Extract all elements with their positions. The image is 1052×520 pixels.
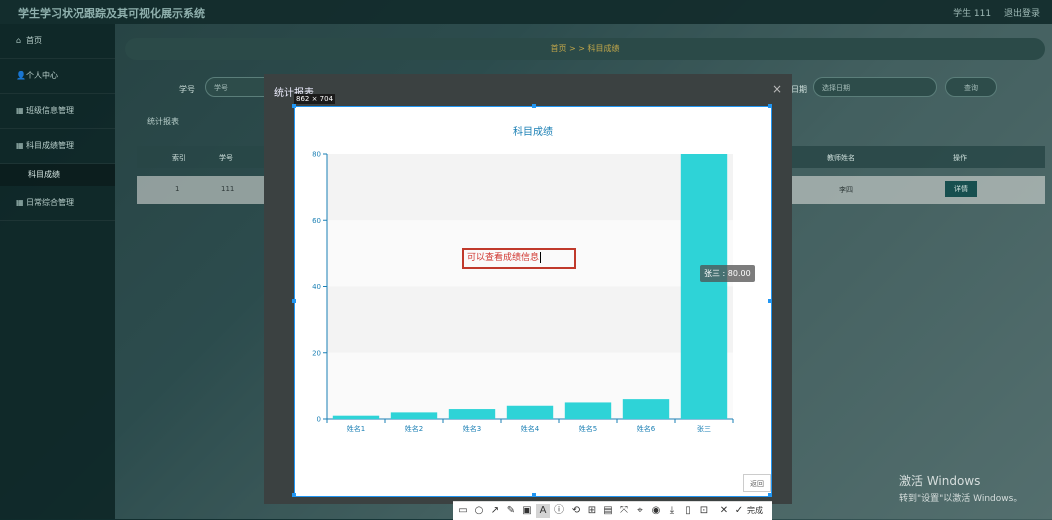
text-tool-icon[interactable]: A	[536, 504, 550, 518]
screenshot-toolbar: ▭ ○ ↗ ✎ ▣ A ⓘ ⟲ ⊞ ▤ ⤧ ⌖ ◉ ⤓ ▯ ⊡ ✕ ✓ 完成	[453, 501, 772, 520]
pen-tool-icon[interactable]: ✎	[504, 504, 518, 518]
chart-tooltip: 张三 : 80.00	[700, 265, 755, 282]
watermark-line1: 激活 Windows	[899, 474, 981, 488]
x-tick-label: 姓名6	[637, 424, 656, 433]
grid-icon: ▦	[16, 198, 24, 207]
sidebar-item-profile[interactable]: 👤个人中心	[0, 59, 115, 94]
logout-link[interactable]: 退出登录	[1004, 9, 1040, 19]
sidebar-item-scores[interactable]: ▦ 科目成绩管理	[0, 129, 115, 164]
stat-report-link[interactable]: 统计报表	[147, 116, 179, 127]
grid-icon: ▦	[16, 141, 24, 150]
cancel-icon[interactable]: ✕	[717, 504, 731, 518]
chart-bar	[332, 415, 380, 419]
mosaic-tool-icon[interactable]: ▣	[520, 504, 534, 518]
translate-icon[interactable]: ▤	[601, 504, 615, 518]
undo-icon[interactable]: ⟲	[569, 504, 583, 518]
x-tick-label: 姓名2	[405, 424, 423, 433]
chart-bar	[680, 154, 728, 419]
pin-icon[interactable]: ⌖	[633, 504, 647, 518]
watermark-line2: 转到"设置"以激活 Windows。	[899, 494, 1023, 504]
cell-index: 1	[175, 185, 180, 193]
sidebar-item-home[interactable]: ⌂ 首页	[0, 24, 115, 59]
app-title: 学生学习状况跟踪及其可视化展示系统	[18, 7, 205, 20]
user-info: 学生 111 退出登录	[943, 6, 1040, 19]
number-tool-icon[interactable]: ⓘ	[552, 504, 566, 518]
close-icon[interactable]: ×	[772, 82, 782, 96]
chart-bar	[390, 412, 438, 419]
rectangle-tool-icon[interactable]: ▭	[456, 504, 470, 518]
chart-bar	[564, 402, 612, 419]
search-button[interactable]: 查询	[945, 77, 997, 97]
resize-handle[interactable]	[768, 104, 772, 108]
sidebar-item-daily[interactable]: ▦ 日常综合管理	[0, 186, 115, 221]
annotation-text: 可以查看成绩信息	[467, 253, 540, 263]
resize-handle[interactable]	[768, 493, 772, 497]
resize-handle[interactable]	[532, 104, 536, 108]
save-icon[interactable]: ⊡	[697, 504, 711, 518]
y-tick-label: 40	[312, 283, 321, 291]
date-input[interactable]: 选择日期	[813, 77, 937, 97]
cell-student-no: 111	[221, 185, 235, 193]
col-index: 索引	[172, 154, 186, 162]
sidebar-item-label: 首页	[26, 36, 42, 45]
x-tick-label: 姓名4	[521, 424, 540, 433]
long-screenshot-icon[interactable]: ⤧	[617, 504, 631, 518]
windows-activation-watermark: 激活 Windows 转到"设置"以激活 Windows。	[899, 472, 1022, 504]
text-cursor	[540, 252, 542, 263]
ellipse-tool-icon[interactable]: ○	[472, 504, 486, 518]
chart-bar	[448, 409, 496, 419]
resize-handle[interactable]	[768, 299, 772, 303]
chart-bar	[506, 405, 554, 419]
y-tick-label: 80	[312, 151, 321, 159]
arrow-tool-icon[interactable]: ↗	[488, 504, 502, 518]
back-button[interactable]: 返回	[743, 474, 771, 492]
sidebar-item-label: 班级信息管理	[26, 106, 74, 115]
chart-band	[327, 286, 733, 353]
y-tick-label: 20	[312, 349, 321, 357]
chart-bar	[622, 399, 670, 419]
sidebar-item-class[interactable]: ▦ 班级信息管理	[0, 94, 115, 129]
sidebar: ⌂ 首页 👤个人中心 ▦ 班级信息管理 ▦ 科目成绩管理 科目成绩 ▦ 日常综合管理	[0, 24, 115, 519]
x-tick-label: 姓名3	[463, 424, 481, 433]
date-label: 日期	[791, 85, 807, 94]
y-tick-label: 0	[317, 416, 321, 424]
student-no-label: 学号	[179, 85, 195, 94]
home-icon: ⌂	[16, 36, 22, 45]
top-bar: 学生学习状况跟踪及其可视化展示系统 学生 111 退出登录	[0, 0, 1052, 24]
sidebar-item-label: 个人中心	[26, 71, 58, 80]
resize-handle[interactable]	[292, 299, 296, 303]
ocr-icon[interactable]: ⊞	[585, 504, 599, 518]
user-icon: 👤	[16, 71, 26, 80]
detail-button[interactable]: 详情	[945, 181, 977, 197]
col-action: 操作	[953, 154, 967, 162]
bar-chart: 0 20 40 60 80 姓名1 姓名2 姓名3 姓名4 姓名5 姓名6 张三	[312, 151, 734, 433]
breadcrumb: 首页 > > 科目成绩	[125, 38, 1045, 60]
sidebar-subitem-scores[interactable]: 科目成绩	[0, 164, 115, 186]
col-student-no: 学号	[219, 154, 233, 162]
x-tick-label: 姓名1	[347, 424, 365, 433]
sidebar-item-label: 科目成绩管理	[26, 141, 74, 150]
col-teacher: 教师姓名	[827, 154, 855, 162]
selection-size-label: 862 × 704	[294, 94, 336, 104]
record-icon[interactable]: ◉	[649, 504, 663, 518]
y-tick-label: 60	[312, 217, 321, 225]
resize-handle[interactable]	[532, 493, 536, 497]
x-tick-label: 姓名5	[579, 424, 597, 433]
x-tick-label: 张三	[697, 424, 711, 433]
chart-band	[327, 154, 733, 221]
annotation-text-box[interactable]: 可以查看成绩信息	[462, 248, 576, 269]
download-icon[interactable]: ⤓	[665, 504, 679, 518]
cell-teacher: 李四	[839, 186, 853, 194]
grid-icon: ▦	[16, 106, 24, 115]
check-icon[interactable]: ✓	[732, 504, 746, 518]
done-label[interactable]: 完成	[747, 504, 763, 518]
chart-capture-area[interactable]: 科目成绩 0 20 40 60 80 姓名1 姓名2 姓名3 姓名4 姓名5 姓名6 张三 张三 : …	[292, 104, 772, 497]
resize-handle[interactable]	[292, 493, 296, 497]
sidebar-item-label: 日常综合管理	[26, 198, 74, 207]
phone-icon[interactable]: ▯	[681, 504, 695, 518]
user-name: 学生 111	[953, 9, 992, 19]
resize-handle[interactable]	[292, 104, 296, 108]
